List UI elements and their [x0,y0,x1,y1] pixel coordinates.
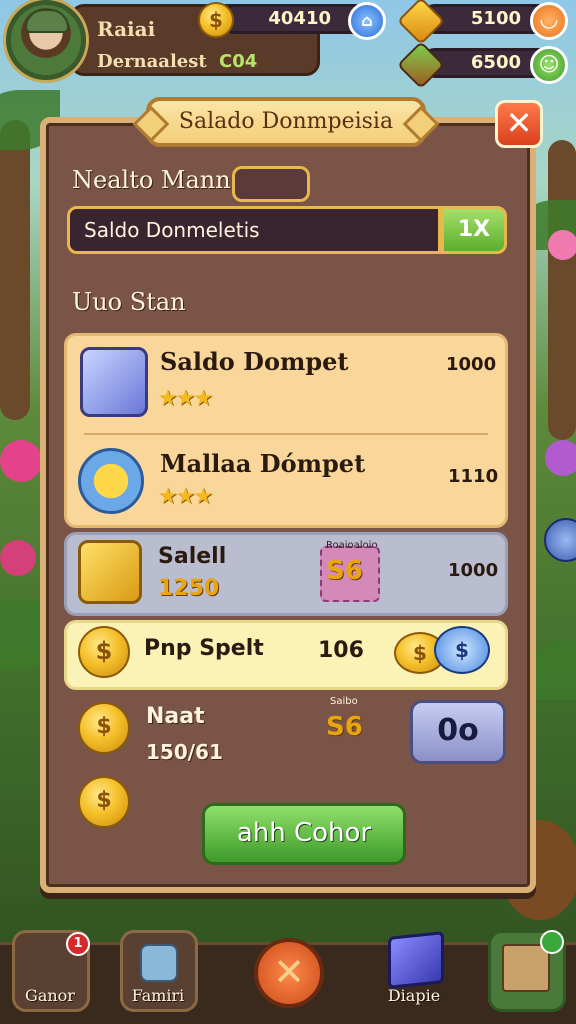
player-level: C04 [219,51,258,72]
section-label: Uuo Stan [72,288,186,316]
collect-button[interactable]: ahh Cohor [202,803,406,865]
coins-value: 40410 [268,8,331,29]
player-subtitle: Dernaalest [97,51,207,72]
gold-row-value: 1000 [448,560,499,581]
gold-block-icon [78,540,142,604]
quantity-button[interactable]: 0o [410,700,506,764]
stamp-badge-label: Roaioaloio [326,540,378,551]
stamp-badge-value: S6 [326,556,363,586]
gems-value: 5100 [470,8,521,29]
naat-badge-label: Saibo [330,696,358,707]
gift-box-icon[interactable] [388,931,444,989]
shop-house-icon [502,944,550,992]
item-name-1: Saldo Dompet [160,347,349,376]
nav-notification-badge: 1 [66,932,90,956]
coin-icon: $ [198,2,234,38]
add-gems-icon[interactable]: ◡ [530,2,568,40]
helmet-icon [25,9,69,33]
shop-bell-icon[interactable]: ⌂ [348,2,386,40]
spet-row-value: 106 [318,638,364,663]
item-stars-1: ★★★ [158,386,213,411]
name-label: Nealto Mann [72,166,231,194]
treasure-chest-icon [80,347,148,417]
blue-coin-icon: $ [434,626,490,674]
naat-row-amount: 150/61 [146,740,223,764]
search-button[interactable]: 1X [441,206,507,254]
shop-notification-dot [540,930,564,954]
jar-icon [140,944,178,982]
coin-icon-large: $ [78,702,130,754]
energy-value: 6500 [470,52,521,73]
item-stars-2: ★★★ [158,484,213,509]
nav-label-famiri: Famiri [131,986,185,1005]
search-input[interactable]: Saldo Donmeletis [67,206,441,254]
coin-icon-small: $ [78,776,130,828]
panel-title: Salado Donmpeisia [146,97,426,147]
gold-row-name: Salell [158,544,227,569]
item-value-1: 1000 [446,354,497,375]
gold-disc-icon [78,448,144,514]
nav-label-diapie: Diapie [387,986,441,1005]
coin-stack-icon: $ [78,626,130,678]
naat-row-name: Naat [146,704,205,729]
item-name-2: Mallaa Dómpet [160,449,366,478]
naat-badge-value: S6 [326,712,363,742]
player-avatar[interactable] [6,0,86,80]
gold-row-amount: 1250 [158,576,220,601]
player-name: Raiai [97,17,156,41]
name-input[interactable] [232,166,310,202]
add-energy-icon[interactable]: ☺ [530,46,568,84]
close-button[interactable]: ✕ [495,100,543,148]
spet-row-name: Pnp Spelt [144,636,264,661]
nav-label-ganor: Ganor [25,986,75,1005]
divider [84,433,488,435]
nav-cancel-icon[interactable]: ✕ [254,938,324,1008]
item-value-2: 1110 [448,466,499,487]
